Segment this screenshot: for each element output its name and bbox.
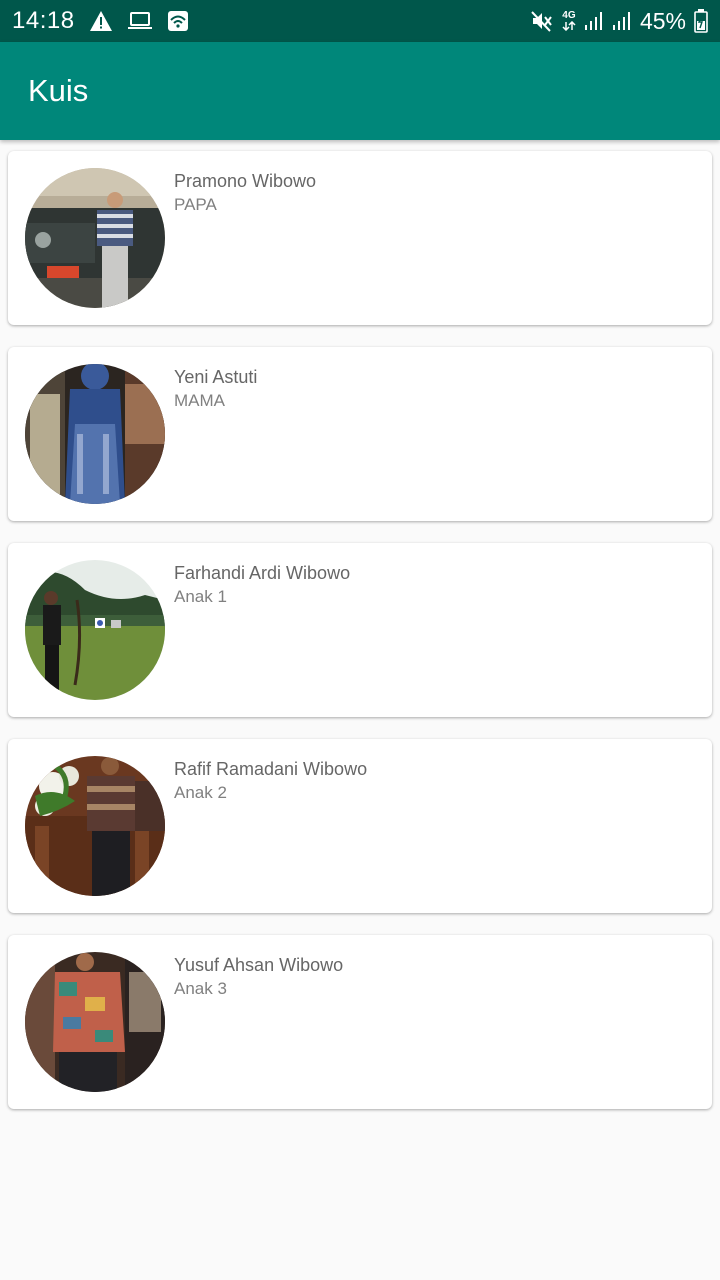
member-role: Anak 2 bbox=[174, 783, 227, 802]
laptop-icon bbox=[127, 11, 153, 31]
signal-icon bbox=[584, 11, 604, 31]
member-role: Anak 3 bbox=[174, 979, 227, 998]
status-bar: 14:18 4G 45% bbox=[0, 0, 720, 42]
app-title: Kuis bbox=[28, 73, 89, 108]
signal-icon bbox=[612, 11, 632, 31]
battery-icon bbox=[694, 9, 708, 33]
status-time: 14:18 bbox=[12, 7, 75, 34]
battery-percent: 45% bbox=[639, 7, 686, 34]
warning-icon bbox=[89, 10, 113, 32]
member-card[interactable]: Farhandi Ardi Wibowo Anak 1 bbox=[8, 543, 712, 717]
member-role: PAPA bbox=[174, 195, 217, 214]
member-name: Yeni Astuti bbox=[174, 367, 258, 387]
wifi-icon bbox=[167, 10, 189, 32]
member-avatar bbox=[25, 756, 165, 896]
mute-icon bbox=[530, 10, 554, 32]
member-name: Pramono Wibowo bbox=[174, 171, 317, 191]
member-card[interactable]: Rafif Ramadani Wibowo Anak 2 bbox=[8, 739, 712, 913]
member-avatar bbox=[25, 560, 165, 700]
status-notification-icons bbox=[89, 10, 189, 32]
member-name: Rafif Ramadani Wibowo bbox=[174, 759, 368, 779]
member-list[interactable]: Pramono Wibowo PAPA Yeni Astuti MAMA Far… bbox=[8, 151, 712, 1131]
member-role: Anak 1 bbox=[174, 587, 227, 606]
member-avatar bbox=[25, 168, 165, 308]
app-bar: Kuis bbox=[0, 42, 720, 140]
member-card[interactable]: Pramono Wibowo PAPA bbox=[8, 151, 712, 325]
member-role: MAMA bbox=[174, 391, 225, 410]
network-4g-icon: 4G bbox=[562, 11, 576, 31]
network-type-label: 4G bbox=[562, 10, 576, 21]
member-name: Farhandi Ardi Wibowo bbox=[174, 563, 351, 583]
member-name: Yusuf Ahsan Wibowo bbox=[174, 955, 344, 975]
member-card[interactable]: Yeni Astuti MAMA bbox=[8, 347, 712, 521]
status-system-icons: 4G 45% bbox=[530, 8, 708, 35]
member-card[interactable]: Yusuf Ahsan Wibowo Anak 3 bbox=[8, 935, 712, 1109]
member-avatar bbox=[25, 952, 165, 1092]
member-avatar bbox=[25, 364, 165, 504]
